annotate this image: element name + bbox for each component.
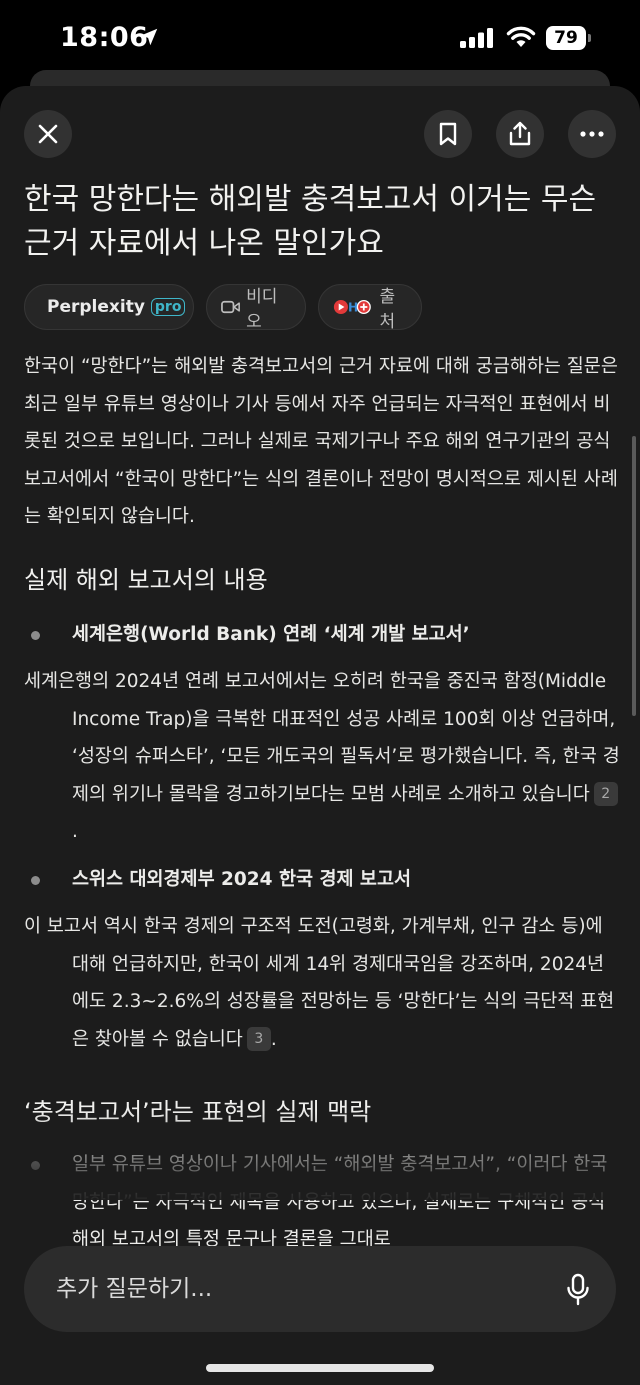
svg-text:H: H [348,300,358,314]
wifi-icon [506,26,536,47]
sentence-period: . [270,1028,277,1050]
bookmark-icon [439,122,457,146]
perplexity-pro-chip[interactable]: Perplexity pro [24,284,194,330]
microphone-button[interactable] [560,1270,596,1310]
paragraph-world-bank: 세계은행의 2024년 연례 보고서에서는 오히려 한국을 중진국 함정(Mid… [24,663,620,851]
video-label: 비디오 [246,287,278,332]
microphone-icon [567,1273,589,1306]
source-favicons-icon: H [333,299,371,314]
close-button[interactable] [24,110,72,158]
bullet-world-bank: 세계은행(World Bank) 연례 ‘세계 개발 보고서’ [24,616,620,654]
status-bar: 18:06 79 [0,0,640,78]
paragraph-swiss-report-text: 이 보고서 역시 한국 경제의 구조적 도전(고령화, 가계부채, 인구 감소 … [24,916,615,1050]
bullet-swiss-report: 스위스 대외경제부 2024 한국 경제 보고서 [24,861,620,899]
scrollbar-thumb[interactable] [632,436,636,716]
status-time: 18:06 [60,22,149,53]
cellular-signal-icon [460,28,493,48]
pro-badge: pro [150,298,186,316]
bullet-title-swiss-report: 스위스 대외경제부 2024 한국 경제 보고서 [72,868,411,890]
sentence-period: . [72,821,78,842]
answer-intro: 한국이 “망한다”는 해외발 충격보고서의 근거 자료에 대해 궁금해하는 질문… [24,356,618,527]
battery-level: 79 [546,26,586,50]
battery-tip [588,34,591,42]
more-button[interactable] [568,110,616,158]
battery-indicator: 79 [546,26,591,50]
source-label: 출처 [379,287,396,332]
paragraph-swiss-report: 이 보고서 역시 한국 경제의 구조적 도전(고령화, 가계부채, 인구 감소 … [24,908,620,1058]
follow-up-input[interactable] [56,1268,526,1310]
bullet-title-world-bank: 세계은행(World Bank) 연례 ‘세계 개발 보고서’ [72,623,470,645]
more-icon [580,131,604,137]
bullet-dot [31,875,40,885]
follow-up-bar[interactable] [24,1246,616,1332]
question-title: 한국 망한다는 해외발 충격보고서 이거는 무슨 근거 자료에서 나온 말인가요 [24,182,597,261]
video-camera-icon [221,300,240,314]
section-heading-reports: 실제 해외 보고서의 내용 [24,565,268,594]
bookmark-button[interactable] [424,110,472,158]
close-icon [38,124,58,144]
paragraph-world-bank-text: 세계은행의 2024년 연례 보고서에서는 오히려 한국을 중진국 함정(Mid… [24,671,620,805]
video-chip[interactable]: 비디오 [206,284,306,332]
content-fade-overlay [0,1110,640,1200]
home-indicator[interactable] [206,1364,434,1372]
perplexity-label: Perplexity [47,297,145,317]
citation-badge[interactable]: 2 [593,781,618,806]
share-button[interactable] [496,110,544,158]
citation-badge[interactable]: 3 [246,1026,271,1051]
bullet-dot [31,630,40,640]
sources-chip[interactable]: H 출처 [318,284,422,332]
answer-content: 한국이 “망한다”는 해외발 충격보고서의 근거 자료에 대해 궁금해하는 질문… [24,348,620,1385]
share-icon [509,121,531,146]
location-arrow-icon [140,28,158,46]
